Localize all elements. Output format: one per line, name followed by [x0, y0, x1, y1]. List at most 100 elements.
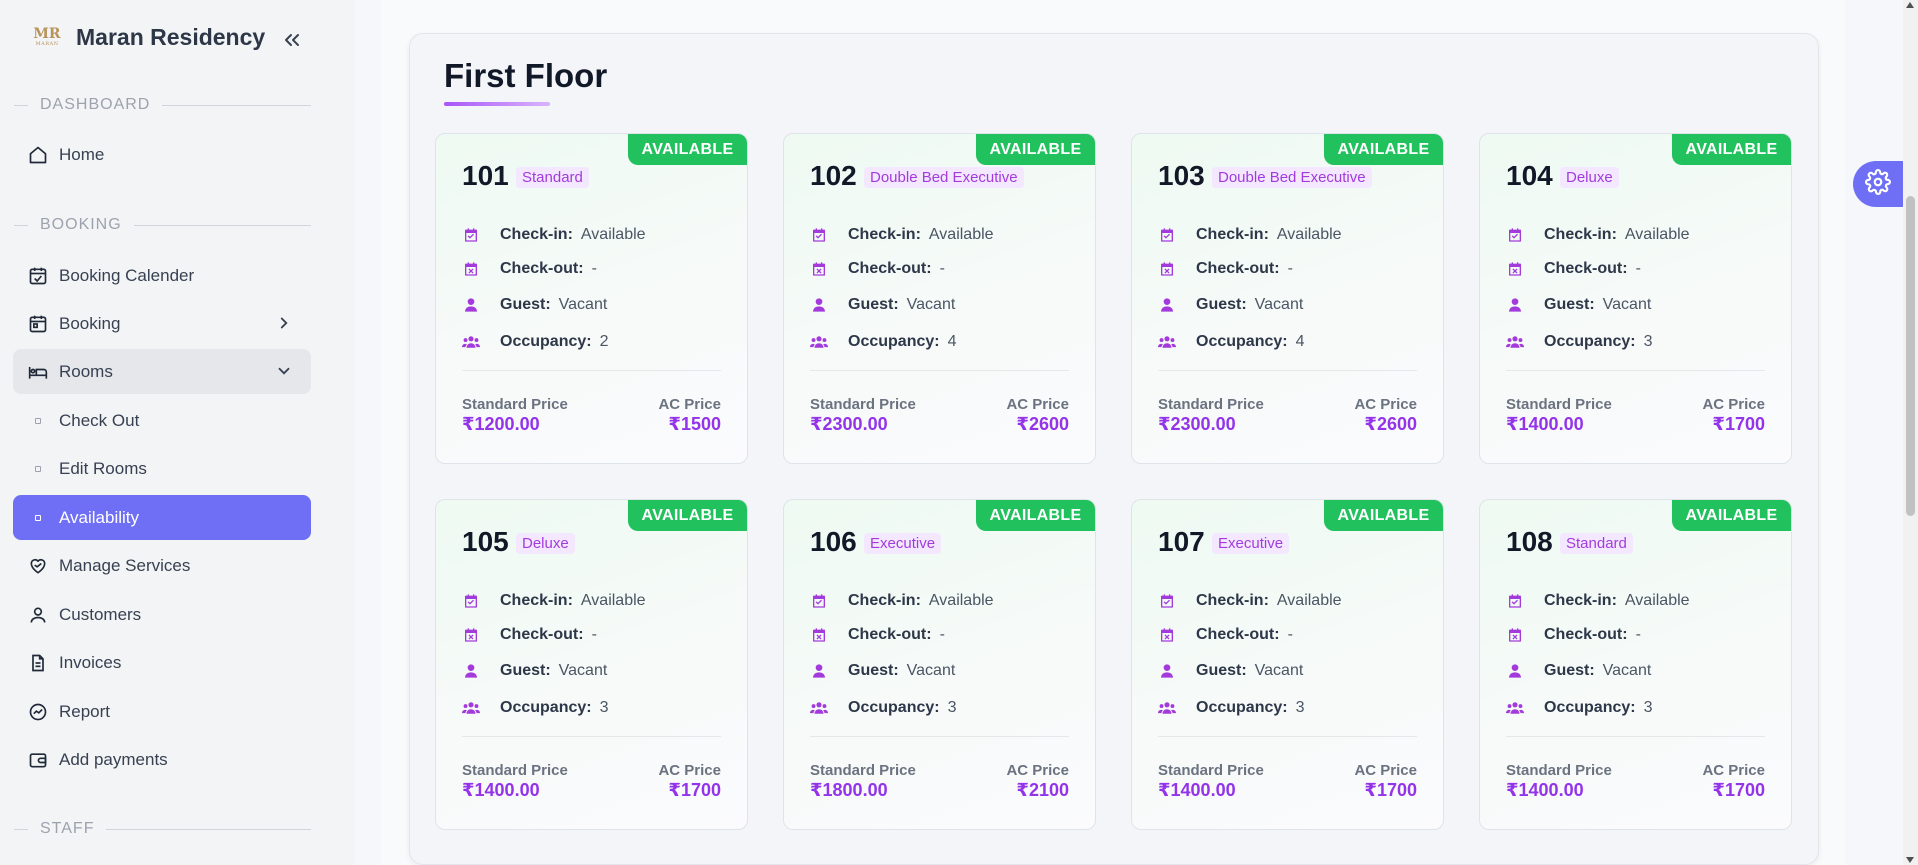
calendar-check-icon — [810, 592, 828, 610]
ac-price-value: ₹2600 — [1364, 414, 1417, 434]
room-type-badge: Deluxe — [516, 533, 575, 554]
field-value: 2 — [599, 333, 609, 350]
section-label-text: DASHBOARD — [40, 96, 151, 113]
user-icon — [27, 604, 49, 626]
room-check-in-row: Check-in: Available — [1158, 224, 1342, 246]
standard-price-value: ₹2300.00 — [1158, 414, 1236, 434]
room-card-105[interactable]: AVAILABLE 105 Deluxe Check-in: Available Chec… — [435, 499, 748, 830]
page-scrollbar[interactable] — [1903, 0, 1918, 865]
field-label: Guest: — [500, 662, 551, 679]
field-value: Vacant — [1602, 662, 1652, 679]
field-value: - — [1287, 260, 1293, 277]
room-occupancy-row: Occupancy: 3 — [1506, 697, 1653, 719]
scroll-thumb[interactable] — [1906, 196, 1915, 516]
field-label: Occupancy: — [1196, 699, 1288, 716]
room-number: 107 — [1158, 526, 1205, 557]
ac-price-label: AC Price — [1702, 762, 1765, 779]
field-value: Available — [1624, 226, 1690, 243]
divider — [810, 370, 1069, 371]
room-check-out-row: Check-out: - — [462, 258, 597, 280]
field-value: 3 — [1643, 699, 1653, 716]
sidebar-item-report[interactable]: Report — [13, 689, 311, 734]
divider — [1158, 736, 1417, 737]
sidebar-item-manage-services[interactable]: Manage Services — [13, 543, 311, 588]
standard-price-label: Standard Price — [1506, 762, 1612, 779]
field-value: Vacant — [906, 662, 956, 679]
field-value: Available — [580, 592, 646, 609]
sidebar-item-check-out[interactable]: Check Out — [13, 398, 311, 443]
scroll-up-arrow-icon[interactable] — [1906, 2, 1914, 8]
section-label-staff: STAFF — [14, 820, 311, 838]
room-card-101[interactable]: AVAILABLE 101 Standard Check-in: Available Ch… — [435, 133, 748, 464]
ac-price-value: ₹1700 — [1712, 414, 1765, 434]
users-icon — [1158, 699, 1176, 717]
field-value: Available — [1624, 592, 1690, 609]
calendar-check-icon — [1158, 226, 1176, 244]
field-label: Guest: — [1196, 662, 1247, 679]
field-label: Check-out: — [1544, 626, 1628, 643]
scroll-down-arrow-icon[interactable] — [1906, 857, 1914, 863]
divider — [462, 736, 721, 737]
room-card-104[interactable]: AVAILABLE 104 Deluxe Check-in: Available Chec… — [1479, 133, 1792, 464]
sidebar-item-label: Report — [59, 701, 111, 721]
sidebar-item-booking-calender[interactable]: Booking Calender — [13, 253, 311, 298]
room-card-103[interactable]: AVAILABLE 103 Double Bed Executive Check-in… — [1131, 133, 1444, 464]
calendar-check-icon — [1506, 226, 1524, 244]
field-label: Check-in: — [1544, 592, 1617, 609]
sidebar-item-add-payments[interactable]: Add payments — [13, 737, 311, 782]
field-value: Vacant — [558, 296, 608, 313]
section-label-dashboard: DASHBOARD — [14, 96, 311, 114]
heart-hand-icon — [27, 555, 49, 577]
field-label: Occupancy: — [1544, 333, 1636, 350]
room-card-107[interactable]: AVAILABLE 107 Executive Check-in: Available C… — [1131, 499, 1444, 830]
brand[interactable]: MR MARAN Maran Residency — [30, 20, 265, 54]
brand-logo-mark: MR — [33, 26, 61, 42]
standard-price-label: Standard Price — [810, 762, 916, 779]
field-value: - — [939, 626, 945, 643]
calendar-x-icon — [1506, 626, 1524, 644]
sidebar-item-edit-rooms[interactable]: Edit Rooms — [13, 446, 311, 491]
room-check-in-row: Check-in: Available — [810, 224, 994, 246]
sidebar-item-home[interactable]: Home — [13, 132, 311, 177]
field-label: Guest: — [1544, 662, 1595, 679]
sidebar: MR MARAN Maran Residency DASHBOARD Home … — [0, 0, 355, 865]
user-icon — [810, 296, 828, 314]
sidebar-item-booking[interactable]: Booking — [13, 301, 311, 346]
wallet-icon — [27, 749, 49, 771]
sidebar-item-invoices[interactable]: Invoices — [13, 640, 311, 685]
sidebar-item-customers[interactable]: Customers — [13, 592, 311, 637]
room-occupancy-row: Occupancy: 3 — [1506, 331, 1653, 353]
room-guest-row: Guest: Vacant — [1158, 294, 1303, 316]
calendar-x-icon — [1506, 260, 1524, 278]
field-value: 3 — [1643, 333, 1653, 350]
ac-price-value: ₹1500 — [668, 414, 721, 434]
room-card-108[interactable]: AVAILABLE 108 Standard Check-in: Available Ch… — [1479, 499, 1792, 830]
room-card-102[interactable]: AVAILABLE 102 Double Bed Executive Check-in… — [783, 133, 1096, 464]
calendar-check-icon — [27, 265, 49, 287]
status-badge: AVAILABLE — [1672, 134, 1791, 165]
users-icon — [810, 699, 828, 717]
field-label: Occupancy: — [848, 699, 940, 716]
field-value: Available — [1276, 592, 1342, 609]
sidebar-item-rooms[interactable]: Rooms — [13, 349, 311, 394]
field-label: Check-out: — [848, 260, 932, 277]
room-card-106[interactable]: AVAILABLE 106 Executive Check-in: Available C… — [783, 499, 1096, 830]
settings-button[interactable] — [1853, 161, 1903, 207]
calendar-x-icon — [810, 626, 828, 644]
field-label: Check-in: — [500, 592, 573, 609]
field-value: Vacant — [558, 662, 608, 679]
document-icon — [27, 652, 49, 674]
room-check-out-row: Check-out: - — [810, 624, 945, 646]
divider — [1506, 736, 1765, 737]
standard-price-value: ₹1400.00 — [1158, 780, 1236, 800]
gear-icon — [1865, 168, 1891, 200]
status-badge: AVAILABLE — [628, 500, 747, 531]
sidebar-item-availability[interactable]: Availability — [13, 495, 311, 540]
room-occupancy-row: Occupancy: 3 — [1158, 697, 1305, 719]
calendar-check-icon — [1158, 592, 1176, 610]
user-icon — [1506, 296, 1524, 314]
room-occupancy-row: Occupancy: 3 — [810, 697, 957, 719]
status-badge: AVAILABLE — [976, 500, 1095, 531]
collapse-sidebar-icon[interactable] — [280, 28, 304, 52]
room-type-badge: Executive — [1212, 533, 1290, 554]
